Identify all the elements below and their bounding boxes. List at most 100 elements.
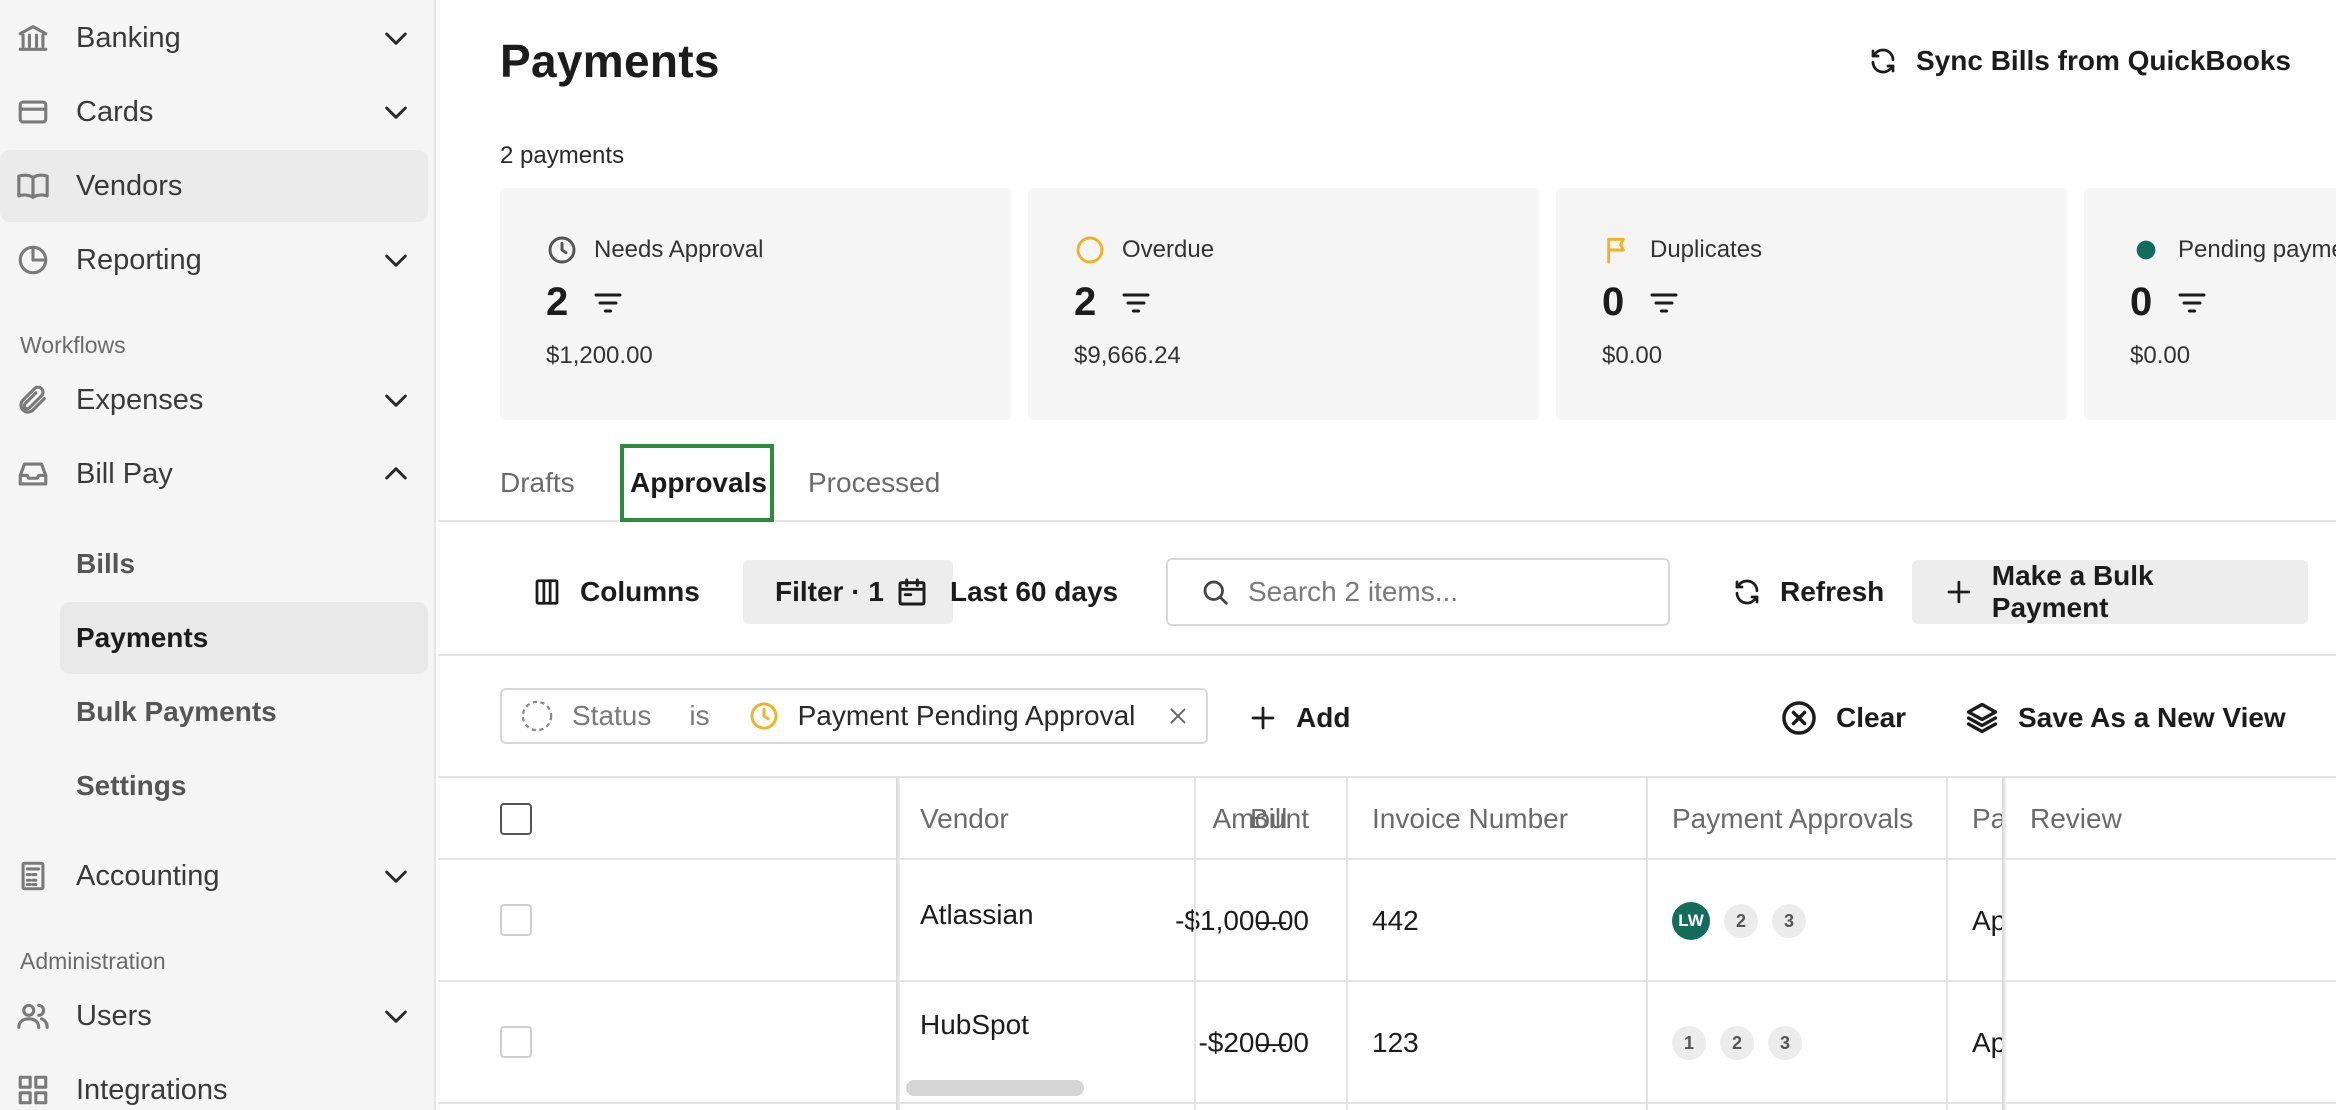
sidebar-subitem-bulk-payments[interactable]: Bulk Payments [60, 676, 428, 748]
sidebar-subitem-label: Bulk Payments [76, 696, 277, 727]
card-label: Duplicates [1650, 236, 1763, 263]
refresh-icon [1871, 48, 1895, 74]
sidebar-subitem-settings[interactable]: Settings [60, 750, 428, 822]
filter-icon[interactable] [592, 287, 624, 319]
sidebar-item-label: Cards [76, 95, 154, 128]
make-bulk-payment-button[interactable]: Make a Bulk Payment [1912, 560, 2308, 624]
inbox-icon [18, 462, 48, 486]
sidebar: Banking Cards Vendors Reporting Workflow… [0, 0, 436, 1110]
column-header-vendor[interactable]: Vendor [920, 778, 1009, 860]
sidebar-item-accounting[interactable]: Accounting [0, 840, 428, 912]
column-header-bill[interactable]: Bill [1250, 778, 1287, 860]
make-bulk-payment-label: Make a Bulk Payment [1991, 560, 2154, 623]
filter-value: Payment Pending Approval [797, 700, 1136, 731]
calendar-icon [898, 578, 926, 606]
sidebar-item-label: Vendors [76, 169, 183, 202]
card-amount: $9,666.24 [1074, 342, 1181, 369]
layers-icon [1966, 702, 1998, 734]
approver-step: 2 [1724, 904, 1758, 938]
refresh-button[interactable]: Refresh [1700, 560, 1916, 624]
sidebar-item-label: Reporting [76, 243, 202, 276]
calculator-icon [21, 861, 45, 891]
sidebar-item-label: Bill Pay [76, 457, 173, 490]
filter-icon[interactable] [2176, 287, 2208, 319]
summary-card-duplicates[interactable]: Duplicates 0 $0.00 [1556, 188, 2067, 420]
sidebar-item-vendors[interactable]: Vendors [0, 150, 428, 222]
sidebar-item-reporting[interactable]: Reporting [0, 224, 428, 296]
clear-circle-icon [1782, 701, 1816, 735]
filter-field: Status [572, 700, 652, 731]
cell-vendor: Atlassian [920, 899, 1034, 930]
card-count: 2 [1074, 280, 1097, 324]
payments-count: 2 payments [500, 142, 625, 169]
save-view-button[interactable]: Save As a New View [1964, 690, 2286, 746]
card-label: Overdue [1122, 236, 1215, 263]
summary-card-overdue[interactable]: Overdue 2 $9,666.24 [1028, 188, 1539, 420]
chevron-down-icon[interactable] [380, 22, 412, 54]
add-filter-button[interactable]: Add [1248, 690, 1350, 746]
approver-step: 3 [1768, 1026, 1802, 1060]
close-icon[interactable] [1167, 705, 1189, 727]
sidebar-item-integrations[interactable]: Integrations [0, 1054, 428, 1110]
card-amount: $0.00 [1602, 342, 1663, 369]
sidebar-subitem-label: Bills [76, 548, 136, 579]
sidebar-item-cards[interactable]: Cards [0, 76, 428, 148]
bank-icon [18, 25, 48, 51]
plus-icon [1251, 706, 1275, 730]
card-count: 0 [2130, 280, 2153, 324]
sidebar-item-banking[interactable]: Banking [0, 2, 428, 74]
chevron-down-icon[interactable] [380, 860, 412, 892]
cell-vendor: HubSpot [920, 1009, 1029, 1040]
cell-amount: -$200.00 [1198, 1027, 1309, 1058]
sidebar-item-bill-pay[interactable]: Bill Pay [0, 438, 428, 510]
chevron-down-icon[interactable] [380, 1000, 412, 1032]
tab-focus-ring [620, 444, 774, 522]
chevron-up-icon[interactable] [380, 458, 412, 490]
status-filter-chip[interactable]: Status is Payment Pending Approval [500, 688, 1208, 744]
search-box[interactable] [1166, 558, 1670, 626]
main-content: Payments Sync Bills from QuickBooks 2 pa… [438, 0, 2336, 1110]
tab-drafts[interactable]: Drafts [500, 444, 575, 522]
cell-bill: — [1258, 905, 1286, 936]
summary-card-pending-payment[interactable]: Pending payme 0 $0.00 [2084, 188, 2336, 420]
sidebar-subitem-payments[interactable]: Payments [60, 602, 428, 674]
chevron-down-icon[interactable] [380, 96, 412, 128]
sidebar-subitem-label: Settings [76, 770, 187, 801]
plus-icon [1947, 580, 1971, 604]
save-view-label: Save As a New View [2018, 702, 2286, 733]
card-icon [18, 100, 48, 124]
tab-processed[interactable]: Processed [808, 444, 940, 522]
horizontal-scrollbar[interactable] [906, 1080, 1084, 1096]
summary-card-needs-approval[interactable]: Needs Approval 2 $1,200.00 [500, 188, 1011, 420]
date-range-button[interactable]: Last 60 days [896, 560, 1118, 624]
column-header-review[interactable]: Review [2030, 778, 2122, 860]
cell-invoice-number: 123 [1372, 1027, 1419, 1058]
flag-icon [1607, 237, 1625, 264]
refresh-label: Refresh [1780, 576, 1885, 607]
columns-button[interactable]: Columns [500, 560, 732, 624]
sync-quickbooks-button[interactable]: Sync Bills from QuickBooks [1868, 38, 2291, 84]
filter-icon[interactable] [1648, 287, 1680, 319]
row-checkbox[interactable] [500, 904, 532, 936]
filter-label: Filter · 1 [775, 576, 884, 607]
table-row[interactable]: -$200.00 HubSpot — 123 1 2 3 Ap [438, 982, 2336, 1104]
column-header-payment-approvals[interactable]: Payment Approvals [1672, 778, 1913, 860]
approver-step: 2 [1720, 1026, 1754, 1060]
approver-avatar[interactable]: LW [1672, 902, 1710, 940]
column-header-invoice-number[interactable]: Invoice Number [1372, 778, 1568, 860]
section-label-workflows: Workflows [20, 332, 126, 358]
sidebar-item-users[interactable]: Users [0, 980, 428, 1052]
approver-step: 1 [1672, 1026, 1706, 1060]
sidebar-subitem-bills[interactable]: Bills [60, 528, 428, 600]
sidebar-item-expenses[interactable]: Expenses [0, 364, 428, 436]
clear-filters-button[interactable]: Clear [1780, 690, 1906, 746]
select-all-checkbox[interactable] [500, 803, 532, 835]
table-row[interactable]: -$1,000.00 Atlassian — 442 LW 2 3 Ap [438, 860, 2336, 982]
chevron-down-icon[interactable] [380, 384, 412, 416]
active-filters-row: Status is Payment Pending Approval Add C… [438, 656, 2336, 778]
filter-icon[interactable] [1120, 287, 1152, 319]
chevron-down-icon[interactable] [380, 244, 412, 276]
table-toolbar: Columns Filter · 1 Last 60 days Refresh … [438, 522, 2336, 656]
search-input[interactable] [1248, 576, 1648, 608]
row-checkbox[interactable] [500, 1026, 532, 1058]
